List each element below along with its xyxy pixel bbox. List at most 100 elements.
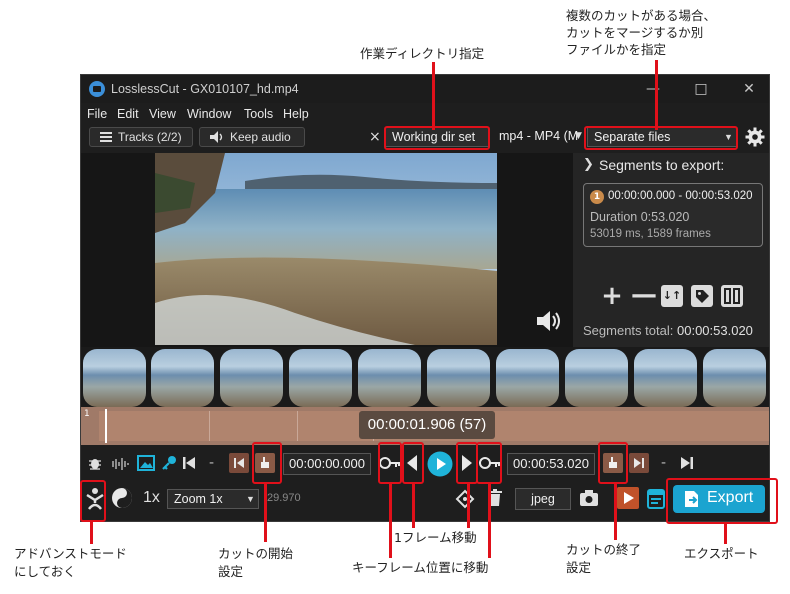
segment-range: 00:00:00.000 - 00:00:53.020 <box>608 190 753 202</box>
annotation-multi-line2: カットをマージするか別 <box>566 25 704 40</box>
highlight-prev-keyframe <box>378 442 402 484</box>
window-title: LosslessCut - GX010107_hd.mp4 <box>111 82 299 96</box>
menu-window[interactable]: Window <box>187 107 231 121</box>
tag-icon[interactable] <box>691 285 713 307</box>
jump-to-cut-start-icon[interactable] <box>229 453 249 473</box>
format-select[interactable]: mp4 - MP4 (M <box>493 127 585 147</box>
callout-line-cut-start <box>264 482 267 542</box>
cut-start-time-input[interactable]: 00:00:00.000 <box>283 453 371 475</box>
timeline[interactable]: 1 00:00:01.906 (57) <box>81 407 769 445</box>
annotation-cut-start-line2: 設定 <box>218 564 244 579</box>
menu-file[interactable]: File <box>87 107 107 121</box>
jump-to-cut-end-icon[interactable] <box>629 453 649 473</box>
thumbnail <box>634 349 697 407</box>
minimize-icon[interactable]: — <box>633 79 673 99</box>
segments-total-label: Segments total: <box>583 323 674 338</box>
menu-view[interactable]: View <box>149 107 176 121</box>
export-segments-icon[interactable] <box>617 487 639 509</box>
remove-segment-icon[interactable]: — <box>631 282 657 308</box>
thumbnail-strip[interactable] <box>81 347 769 407</box>
gear-icon[interactable] <box>745 127 765 147</box>
annotation-cut-start-line1: カットの開始 <box>218 546 294 561</box>
close-icon[interactable]: ✕ <box>729 79 769 99</box>
segments-total-value: 00:00:53.020 <box>677 323 753 338</box>
thumbnail <box>83 349 146 407</box>
clear-working-dir-icon[interactable]: × <box>369 129 381 145</box>
add-segment-icon[interactable]: + <box>601 283 623 309</box>
play-button-icon[interactable] <box>427 451 453 477</box>
annotation-keyframe-move: キーフレーム位置に移動 <box>352 560 489 575</box>
calendar-icon[interactable] <box>647 487 665 509</box>
annotation-workdir: 作業ディレクトリ指定 <box>360 46 485 61</box>
highlight-next-keyframe <box>476 442 502 484</box>
segment-frames: 53019 ms, 1589 frames <box>590 228 711 240</box>
annotation-advanced-line2: にしておく <box>14 564 76 579</box>
tracks-button[interactable]: Tracks (2/2) <box>89 127 193 147</box>
highlight-cut-start <box>252 442 282 484</box>
camera-icon[interactable] <box>579 489 599 507</box>
split-segment-icon[interactable] <box>721 285 743 307</box>
zoom-select[interactable]: Zoom 1x ▼ <box>167 489 259 509</box>
separator-dash: - <box>661 455 667 471</box>
callout-line-export <box>724 522 727 544</box>
thumbnail <box>358 349 421 407</box>
keep-audio-button[interactable]: Keep audio <box>199 127 305 147</box>
highlight-cut-end <box>598 442 628 484</box>
thumbnail <box>427 349 490 407</box>
annotation-export: エクスポート <box>684 546 759 561</box>
title-bar: LosslessCut - GX010107_hd.mp4 — □ ✕ <box>81 75 769 103</box>
detect-scenes-icon[interactable] <box>455 489 475 509</box>
callout-line-keyframe-left <box>389 482 392 558</box>
key-icon[interactable] <box>161 455 177 471</box>
speaker-icon <box>210 131 223 143</box>
annotation-advanced-line1: アドバンストモード <box>14 546 127 561</box>
format-chevron-down-icon: ▼ <box>575 131 582 141</box>
playhead[interactable] <box>105 409 107 443</box>
separator-dash: - <box>209 455 215 471</box>
segments-heading: Segments to export: <box>599 157 725 173</box>
video-frame-image <box>155 153 497 345</box>
annotation-cut-end-line1: カットの終了 <box>566 542 642 557</box>
app-logo-icon <box>89 81 105 97</box>
yin-yang-icon[interactable] <box>111 487 133 509</box>
list-icon <box>100 132 112 142</box>
volume-icon[interactable] <box>535 309 565 333</box>
sort-segments-icon[interactable]: ↓↑ <box>661 285 683 307</box>
callout-line-output-mode <box>655 60 658 130</box>
chevron-right-icon[interactable]: ❯ <box>583 157 594 172</box>
callout-line-cut-end <box>614 482 617 540</box>
highlight-working-dir <box>384 126 490 150</box>
playback-speed-label[interactable]: 1x <box>143 489 160 507</box>
snapshot-format-select[interactable]: jpeg <box>515 488 571 510</box>
menu-bar: File Edit View Window Tools Help <box>81 103 769 125</box>
callout-line-advanced <box>90 520 93 544</box>
image-icon[interactable] <box>137 455 155 471</box>
cut-end-time-input[interactable]: 00:00:53.020 <box>507 453 595 475</box>
playback-controls: - 00:00:00.000 00:00:53.020 - <box>81 447 769 481</box>
annotation-frame-move: 1フレーム移動 <box>394 530 477 545</box>
callout-line-frame-left <box>412 482 415 528</box>
video-player[interactable] <box>81 153 573 349</box>
tick-line <box>297 411 298 441</box>
segment-number-badge: 1 <box>590 190 604 204</box>
segment-card[interactable]: 1 00:00:00.000 - 00:00:53.020 Duration 0… <box>583 183 763 247</box>
format-label: mp4 - MP4 (M <box>499 129 579 143</box>
menu-help[interactable]: Help <box>283 107 309 121</box>
highlight-output-mode <box>584 126 738 150</box>
annotation-cut-end-line2: 設定 <box>566 560 592 575</box>
fps-label: 29.970 <box>267 492 301 504</box>
menu-edit[interactable]: Edit <box>117 107 139 121</box>
menu-tools[interactable]: Tools <box>244 107 273 121</box>
segment-start-marker: 1 <box>84 409 90 419</box>
waveform-icon[interactable] <box>109 457 131 471</box>
maximize-icon[interactable]: □ <box>681 79 721 99</box>
callout-line-frame-right <box>467 482 470 528</box>
jump-to-end-icon[interactable] <box>681 456 693 470</box>
thumbnail <box>220 349 283 407</box>
bug-icon[interactable] <box>87 455 103 471</box>
annotation-multi-line1: 複数のカットがある場合、 <box>566 8 717 23</box>
jump-to-start-icon[interactable] <box>183 456 195 470</box>
annotation-multi-line3: ファイルかを指定 <box>566 42 667 57</box>
highlight-next-frame <box>456 442 478 484</box>
current-time-display: 00:00:01.906 (57) <box>359 411 495 439</box>
